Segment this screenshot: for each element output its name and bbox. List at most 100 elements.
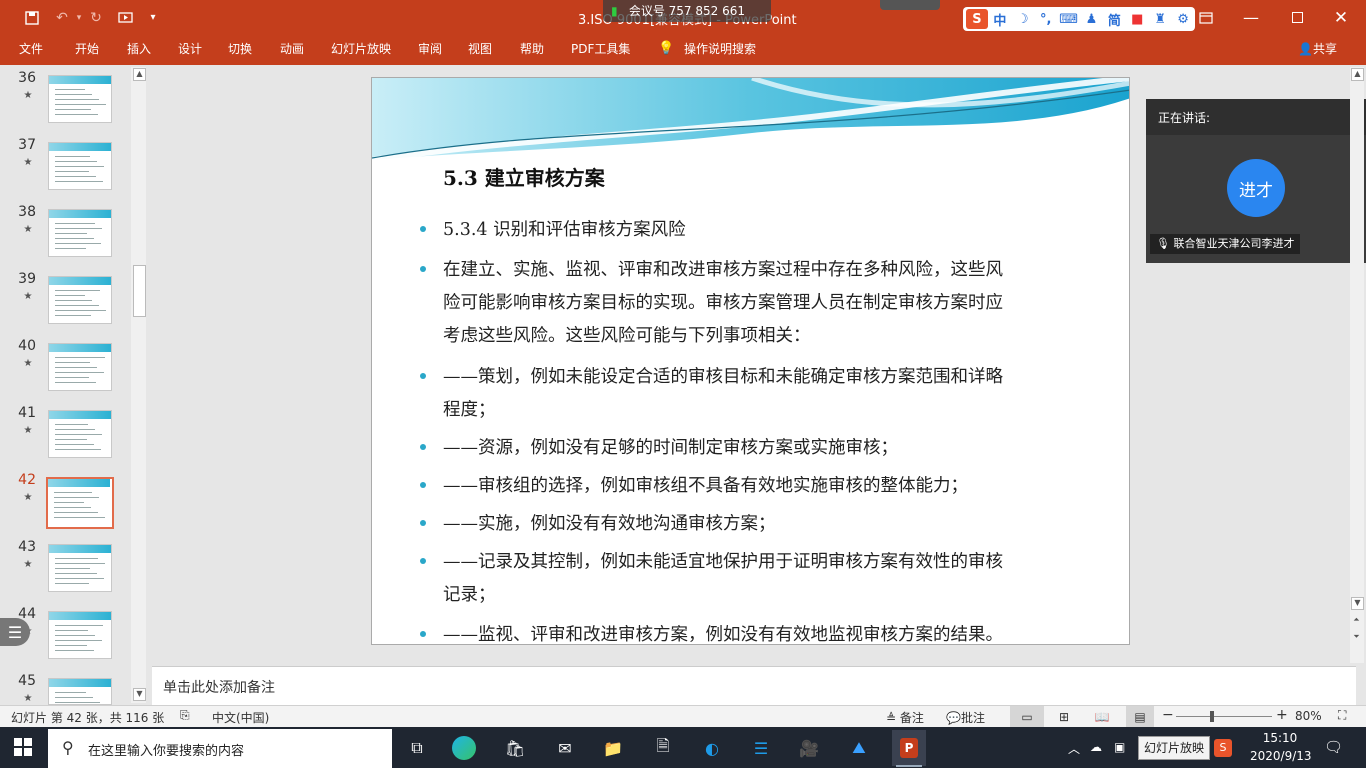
customize-toolbar-icon[interactable]: ▾ (146, 0, 160, 35)
slide-body-line[interactable]: 考虑这些风险。这些风险可能与下列事项相关： (443, 322, 811, 347)
shirt-icon[interactable]: ♜ (1149, 9, 1171, 29)
notes-button[interactable]: ≜ 备注 (886, 709, 924, 726)
language-indicator[interactable]: 中文(中国) (212, 709, 269, 726)
tab-view[interactable]: 视图 (468, 35, 492, 65)
simplified-icon[interactable]: 简 (1103, 9, 1125, 29)
slide-body-line[interactable]: 记录； (443, 581, 496, 606)
browser-icon[interactable]: ◐ (697, 733, 727, 763)
minimize-button[interactable]: — (1236, 0, 1266, 35)
slide-body-line[interactable]: ——策划，例如未能设定合适的审核目标和未能确定审核方案范围和详略 (443, 363, 1003, 388)
scroll-down-icon[interactable]: ▼ (1351, 597, 1364, 610)
normal-view-button[interactable]: ▭ (1010, 706, 1044, 727)
keyboard-icon[interactable]: ⌨ (1058, 9, 1080, 29)
zoom-in-icon[interactable]: + (1276, 707, 1288, 723)
moon-icon[interactable]: ☽ (1012, 9, 1034, 29)
scroll-up-icon[interactable]: ▲ (133, 68, 146, 81)
thumbnail-scrollbar[interactable]: ▲ ▼ (131, 67, 146, 703)
tab-transitions[interactable]: 切换 (228, 35, 252, 65)
scroll-down-icon[interactable]: ▼ (133, 688, 146, 701)
taskbar-search-box[interactable]: ⚲ 在这里输入你要搜索的内容 (48, 729, 392, 768)
network-icon[interactable]: ☁ (1090, 740, 1102, 754)
slide-thumbnail[interactable] (48, 75, 112, 123)
tab-file[interactable]: 文件 (19, 35, 43, 65)
meeting-toolbar-handle[interactable] (880, 0, 940, 10)
screen-icon[interactable]: ▣ (1114, 740, 1125, 754)
zoom-slider-thumb[interactable] (1210, 711, 1214, 722)
punct-icon[interactable]: °, (1035, 9, 1057, 29)
notes-placeholder[interactable]: 单击此处添加备注 (163, 677, 275, 697)
ime-toolbar[interactable]: S 中 ☽ °, ⌨ ♟ 简 ■ ♜ ⚙ (963, 7, 1195, 31)
close-button[interactable]: ✕ (1326, 0, 1356, 35)
clock-date[interactable]: 2020/9/13 (1250, 749, 1312, 763)
store-icon[interactable]: 🛍 (500, 733, 530, 763)
slide-thumbnail[interactable] (46, 477, 114, 529)
scroll-thumb[interactable] (133, 265, 146, 317)
file-explorer-icon[interactable]: 📁 (598, 733, 628, 763)
slide-body-line[interactable]: 险可能影响审核方案目标的实现。审核方案管理人员在制定审核方案时应 (443, 289, 1003, 314)
tab-pdf-tools[interactable]: PDF工具集 (571, 35, 630, 65)
slide-thumbnail[interactable] (48, 611, 112, 659)
tab-animations[interactable]: 动画 (280, 35, 304, 65)
zoom-level[interactable]: 80% (1295, 709, 1322, 723)
slide-body-line[interactable]: ——记录及其控制，例如未能适宜地保护用于证明审核方案有效性的审核 (443, 548, 1003, 573)
reading-view-button[interactable]: 📖 (1088, 706, 1116, 727)
slide-thumbnail[interactable] (48, 410, 112, 458)
list-app-icon[interactable]: ☰ (746, 733, 776, 763)
slide-body-line[interactable]: ——实施，例如没有有效地沟通审核方案； (443, 510, 776, 535)
undo-icon[interactable]: ↶ (52, 0, 72, 35)
scroll-up-icon[interactable]: ▲ (1351, 68, 1364, 81)
save-icon[interactable] (20, 0, 44, 35)
slide-scrollbar[interactable]: ▲ ▼ ⏶ ⏷ (1350, 67, 1364, 663)
undo-dropdown-icon[interactable]: ▾ (74, 0, 84, 35)
sogou-tray-icon[interactable]: S (1214, 739, 1232, 757)
tab-slideshow[interactable]: 幻灯片放映 (331, 35, 391, 65)
tray-chevron-icon[interactable]: ︿ (1068, 740, 1080, 757)
prev-slide-icon[interactable]: ⏶ (1351, 615, 1362, 626)
slide-body-line[interactable]: 在建立、实施、监视、评审和改进审核方案过程中存在多种风险，这些风 (443, 256, 1003, 281)
slide-thumbnail[interactable] (48, 343, 112, 391)
menu-float-icon[interactable]: ☰ (0, 618, 30, 646)
slide-thumbnail[interactable] (48, 544, 112, 592)
tab-help[interactable]: 帮助 (520, 35, 544, 65)
slide-thumbnail[interactable] (48, 276, 112, 324)
slide-body-line[interactable]: 5.3.4 识别和评估审核方案风险 (443, 216, 686, 241)
tab-insert[interactable]: 插入 (127, 35, 151, 65)
clock-time[interactable]: 15:10 (1250, 731, 1310, 745)
sogou-icon[interactable]: S (966, 9, 988, 29)
task-view-icon[interactable]: ⧉ (402, 733, 432, 763)
accessibility-icon[interactable]: ⎘ (180, 708, 190, 723)
tab-review[interactable]: 审阅 (418, 35, 442, 65)
slide-body-line[interactable]: ——资源，例如没有足够的时间制定审核方案或实施审核； (443, 434, 898, 459)
user-icon[interactable]: ♟ (1081, 9, 1103, 29)
document-icon[interactable]: 🗎 (648, 733, 678, 763)
notification-icon[interactable]: 🗨 (1324, 738, 1343, 756)
slide-thumbnail[interactable] (48, 209, 112, 257)
record-icon[interactable]: ■ (1126, 9, 1148, 29)
slide-body-line[interactable]: ——监视、评审和改进审核方案，例如没有有效地监视审核方案的结果。 (443, 621, 1003, 646)
slide-title[interactable]: 5.3 建立审核方案 (443, 162, 605, 191)
slideshow-from-start-icon[interactable] (115, 0, 137, 35)
slideshow-button[interactable]: ▤ (1126, 706, 1154, 727)
notes-pane[interactable]: 单击此处添加备注 (152, 666, 1356, 705)
slide-thumbnail[interactable] (48, 142, 112, 190)
share-button[interactable]: 👤共享 (1298, 35, 1337, 65)
windows-start-icon[interactable] (14, 738, 32, 760)
tab-home[interactable]: 开始 (75, 35, 99, 65)
meeting-app-icon[interactable]: ⛰ (844, 733, 874, 763)
video-camera-icon[interactable]: 🎥 (794, 733, 824, 763)
meeting-banner[interactable]: ▮ 会议号 757 852 661 (603, 0, 771, 22)
zoom-slider[interactable] (1176, 716, 1272, 717)
gear-icon[interactable]: ⚙ (1172, 9, 1194, 29)
slide-thumbnail[interactable] (48, 678, 112, 705)
redo-icon[interactable]: ↻ (88, 0, 104, 35)
powerpoint-taskbar-button[interactable]: P (892, 730, 926, 766)
comments-button[interactable]: 💬批注 (946, 709, 985, 726)
tell-me-search[interactable]: 操作说明搜索 (684, 35, 756, 65)
ime-mode-icon[interactable]: 中 (989, 9, 1011, 29)
slide-sorter-button[interactable]: ⊞ (1050, 706, 1078, 727)
edge-icon[interactable] (452, 736, 476, 760)
slide-body-line[interactable]: 程度； (443, 396, 496, 421)
zoom-out-icon[interactable]: − (1162, 707, 1174, 723)
ribbon-display-icon[interactable] (1195, 0, 1217, 35)
slide-body-line[interactable]: ——审核组的选择，例如审核组不具备有效地实施审核的整体能力； (443, 472, 968, 497)
